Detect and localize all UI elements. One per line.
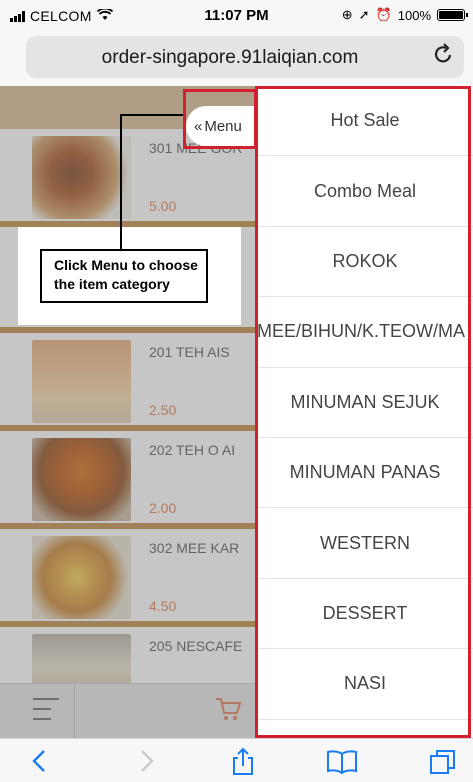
category-item-hot-sale[interactable]: Hot Sale [257,86,473,157]
item-image [32,536,131,619]
item-name: 302 MEE KAR [149,540,240,556]
item-name: 205 NESCAFE [149,638,243,654]
category-item-minuman-panas[interactable]: MINUMAN PANAS [257,438,473,509]
divider [74,684,75,738]
bottom-bar [0,683,256,738]
hamburger-icon[interactable] [33,698,59,720]
browser-address-bar: order-singapore.91laiqian.com [0,30,473,86]
category-item-rokok[interactable]: ROKOK [257,227,473,298]
category-item-western[interactable]: WESTERN [257,508,473,579]
item-price: 2.50 [149,402,177,418]
forward-icon[interactable] [130,748,160,774]
browser-toolbar [0,738,473,782]
status-right: ⊕ ➚ ⏰ 100% [341,7,468,23]
category-item-combo-meal[interactable]: Combo Meal [257,156,473,227]
item-name: 202 TEH O AI [149,442,236,458]
category-item-minuman-sejuk[interactable]: MINUMAN SEJUK [257,368,473,438]
bookmarks-icon[interactable] [326,748,357,775]
tabs-icon[interactable] [428,748,458,774]
location-icon: ➚ [358,7,370,22]
item-image [32,340,131,423]
callout-line: the item category [54,276,170,292]
callout-leader [120,114,186,116]
url-text: order-singapore.91laiqian.com [101,47,359,68]
item-price: 2.00 [149,500,177,516]
item-list: 301 MEE GOR 5.00 201 TEH AIS 2.50 202 TE… [0,129,256,725]
item-image [32,136,131,219]
alarm-icon: ⏰ [375,7,392,22]
category-item-nasi[interactable]: NASI [257,649,473,720]
battery-icon [437,9,468,21]
callout-line: Click Menu to choose [54,257,198,273]
reload-icon[interactable] [434,43,454,71]
page-content: 301 MEE GOR 5.00 201 TEH AIS 2.50 202 TE… [0,86,473,738]
item-price: 5.00 [149,198,177,214]
item-price: 4.50 [149,598,177,614]
share-icon[interactable] [228,747,258,775]
status-bar: CELCOM 11:07 PM ⊕ ➚ ⏰ 100% [0,0,473,30]
battery-percent: 100% [397,7,431,23]
list-item[interactable]: 302 MEE KAR 4.50 [0,529,256,627]
callout-leader [120,114,122,250]
item-image [32,438,131,521]
back-icon[interactable] [26,748,56,774]
item-name: 201 TEH AIS [149,344,230,360]
list-item[interactable]: 201 TEH AIS 2.50 [0,333,256,431]
category-item-dessert[interactable]: DESSERT [257,579,473,650]
callout-note: Click Menu to choose the item category [40,249,208,303]
lock-rotation-icon: ⊕ [341,7,353,22]
url-field[interactable]: order-singapore.91laiqian.com [26,36,464,78]
category-item-mee-bihun[interactable]: MEE/BIHUN/K.TEOW/MA [257,297,473,368]
cart-icon[interactable] [214,696,242,722]
category-panel: Hot Sale Combo Meal ROKOK MEE/BIHUN/K.TE… [256,86,473,738]
list-item[interactable]: 202 TEH O AI 2.00 [0,431,256,529]
menu-toggle-highlight [183,89,257,149]
